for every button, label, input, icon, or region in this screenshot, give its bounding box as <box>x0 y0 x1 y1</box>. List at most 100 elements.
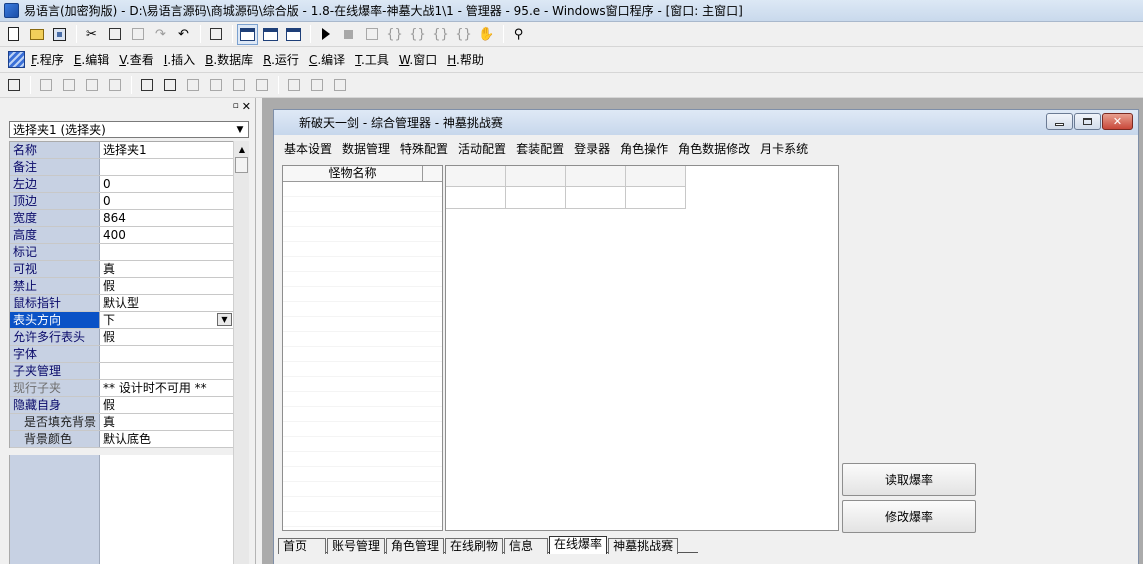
menu-program[interactable]: F.程序 <box>31 51 64 68</box>
tab-online-items[interactable]: 在线刷物 <box>445 538 504 554</box>
close-button[interactable]: ✕ <box>1102 113 1133 130</box>
property-value[interactable] <box>100 363 233 379</box>
maximize-button[interactable] <box>1074 113 1101 130</box>
monster-name-column-header[interactable]: 怪物名称 <box>283 166 423 181</box>
property-value[interactable]: 假 <box>100 278 233 294</box>
space-vertical-button[interactable] <box>205 75 226 96</box>
property-value[interactable]: 0 <box>100 193 233 209</box>
grid-cell[interactable] <box>446 187 506 209</box>
menu-database[interactable]: B.数据库 <box>205 51 253 68</box>
property-row[interactable]: 子夹管理 <box>10 363 233 380</box>
property-value[interactable]: 真 <box>100 261 233 277</box>
same-width-button[interactable] <box>228 75 249 96</box>
space-horizontal-button[interactable] <box>182 75 203 96</box>
property-row[interactable]: 隐藏自身假 <box>10 397 233 414</box>
tab-info[interactable]: 信息 <box>504 538 549 554</box>
help-button[interactable]: ⚲ <box>508 24 529 45</box>
monster-name-list[interactable]: 怪物名称 <box>282 165 443 531</box>
same-height-button[interactable] <box>251 75 272 96</box>
menu-view[interactable]: V.查看 <box>119 51 154 68</box>
tab-online-drop-rate[interactable]: 在线爆率 <box>549 536 608 554</box>
undo-button[interactable]: ↶ <box>173 24 194 45</box>
property-scrollbar[interactable]: ▲ <box>233 141 249 564</box>
property-value[interactable]: 0 <box>100 176 233 192</box>
run-button[interactable] <box>315 24 336 45</box>
make-same-size-button[interactable] <box>329 75 350 96</box>
grid-cell[interactable] <box>566 166 626 187</box>
pin-icon[interactable]: ▫ <box>233 101 239 111</box>
property-row[interactable]: 名称 选择夹1 <box>10 142 233 159</box>
menu-edit[interactable]: E.编辑 <box>74 51 109 68</box>
property-row[interactable]: 宽度 864 <box>10 210 233 227</box>
make-same-width-button[interactable] <box>283 75 304 96</box>
designed-menu-special-config[interactable]: 特殊配置 <box>400 140 448 157</box>
layout-3-button[interactable] <box>283 24 304 45</box>
property-value[interactable] <box>100 159 233 175</box>
property-row[interactable]: 现行子夹 ** 设计时不可用 ** <box>10 380 233 397</box>
open-file-button[interactable] <box>26 24 47 45</box>
property-row-selected[interactable]: 表头方向 下 ▼ <box>10 312 233 329</box>
tab-account-management[interactable]: 账号管理 <box>327 538 386 554</box>
center-vertical-button[interactable] <box>159 75 180 96</box>
property-value[interactable] <box>100 346 233 362</box>
read-drop-rate-button[interactable]: 读取爆率 <box>842 463 976 496</box>
property-row[interactable]: 鼠标指针 默认型 <box>10 295 233 312</box>
designed-menu-event-config[interactable]: 活动配置 <box>458 140 506 157</box>
menu-tools[interactable]: T.工具 <box>355 51 389 68</box>
stop-button[interactable] <box>338 24 359 45</box>
tab-tomb-challenge[interactable]: 神墓挑战赛 <box>608 538 679 554</box>
property-row[interactable]: 字体 <box>10 346 233 363</box>
property-row[interactable]: 高度 400 <box>10 227 233 244</box>
form-button[interactable] <box>3 75 24 96</box>
property-row[interactable]: 禁止假 <box>10 278 233 295</box>
grid-cell[interactable] <box>626 166 686 187</box>
designed-menu-set-config[interactable]: 套装配置 <box>516 140 564 157</box>
property-row[interactable]: 允许多行表头假 <box>10 329 233 346</box>
designed-window[interactable]: 新破天一剑 - 综合管理器 - 神墓挑战赛 ✕ 基本设置 数据管理 特殊配置 活… <box>273 109 1139 564</box>
designed-menu-character-data[interactable]: 角色数据修改 <box>678 140 750 157</box>
find-button[interactable] <box>205 24 226 45</box>
grid-cell[interactable] <box>506 166 566 187</box>
property-row[interactable]: 可视真 <box>10 261 233 278</box>
chevron-down-icon[interactable]: ▼ <box>217 313 232 326</box>
property-row[interactable]: 备注 <box>10 159 233 176</box>
designed-menu-monthly-card[interactable]: 月卡系统 <box>760 140 808 157</box>
layout-2-button[interactable] <box>260 24 281 45</box>
property-row[interactable]: 标记 <box>10 244 233 261</box>
property-value[interactable]: 假 <box>100 329 233 345</box>
designed-menu-basic-settings[interactable]: 基本设置 <box>284 140 332 157</box>
debug-1-button[interactable] <box>361 24 382 45</box>
align-left-button[interactable] <box>35 75 56 96</box>
make-same-height-button[interactable] <box>306 75 327 96</box>
scroll-thumb[interactable] <box>235 157 248 173</box>
property-row[interactable]: 顶边 0 <box>10 193 233 210</box>
menu-help[interactable]: H.帮助 <box>447 51 484 68</box>
paste-button[interactable] <box>127 24 148 45</box>
close-icon[interactable]: ✕ <box>242 101 251 112</box>
align-center-button[interactable] <box>58 75 79 96</box>
property-row[interactable]: 左边 0 <box>10 176 233 193</box>
copy-button[interactable] <box>104 24 125 45</box>
property-value[interactable]: 假 <box>100 397 233 413</box>
grid-cell[interactable] <box>566 187 626 209</box>
grid-cell[interactable] <box>506 187 566 209</box>
chevron-down-icon[interactable]: ▼ <box>232 122 248 137</box>
property-value[interactable]: 默认型 <box>100 295 233 311</box>
step-out-button[interactable]: {} <box>430 24 451 45</box>
monster-list-body[interactable] <box>283 182 442 530</box>
step-over-button[interactable]: {} <box>407 24 428 45</box>
step-into-button[interactable]: {} <box>384 24 405 45</box>
property-value[interactable]: 默认底色 <box>100 431 233 447</box>
save-button[interactable] <box>49 24 70 45</box>
property-row[interactable]: 是否填充背景真 <box>10 414 233 431</box>
modify-drop-rate-button[interactable]: 修改爆率 <box>842 500 976 533</box>
designed-menu-character-ops[interactable]: 角色操作 <box>620 140 668 157</box>
tab-character-management[interactable]: 角色管理 <box>386 538 445 554</box>
run-to-cursor-button[interactable]: {} <box>453 24 474 45</box>
designed-menu-data-management[interactable]: 数据管理 <box>342 140 390 157</box>
drop-rate-grid[interactable] <box>445 165 839 531</box>
property-value[interactable]: 选择夹1 <box>100 142 233 158</box>
menu-insert[interactable]: I.插入 <box>164 51 195 68</box>
new-file-button[interactable] <box>3 24 24 45</box>
property-value[interactable]: 864 <box>100 210 233 226</box>
